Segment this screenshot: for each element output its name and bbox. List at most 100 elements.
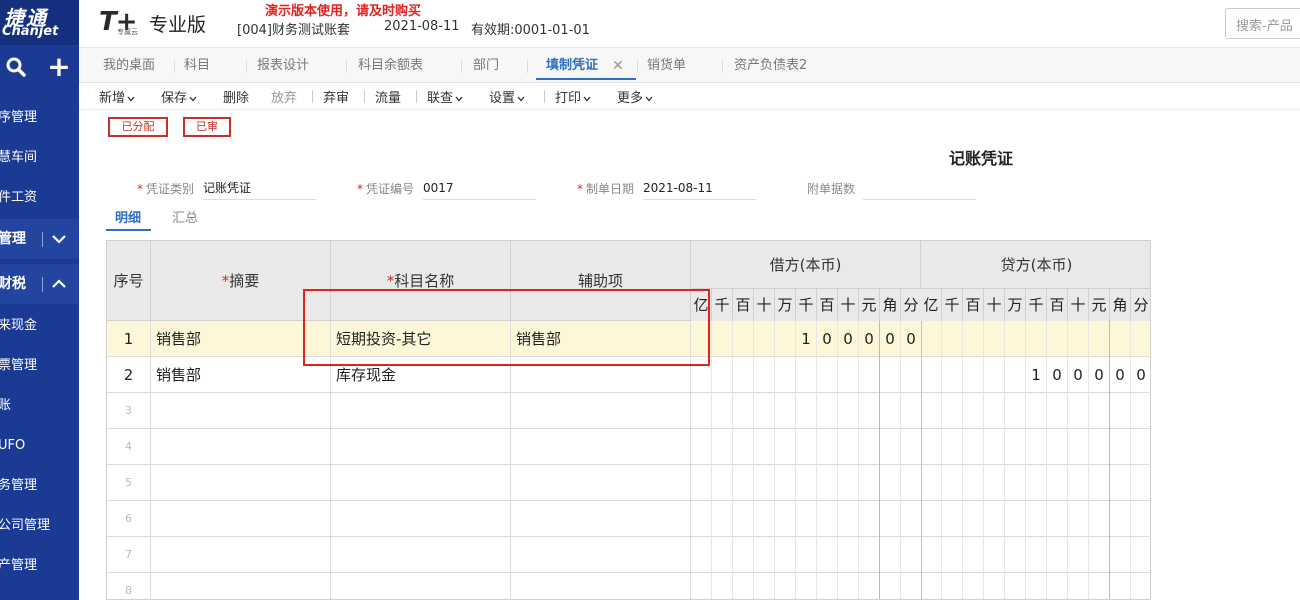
credit-digit-cell[interactable] (1068, 573, 1089, 599)
table-row[interactable]: 5 (107, 465, 1150, 501)
cell-summary[interactable] (151, 573, 331, 599)
debit-digit-cell[interactable] (754, 357, 775, 393)
voucher-number-field[interactable]: 0017 (423, 178, 536, 200)
credit-digit-cell[interactable] (1068, 465, 1089, 501)
credit-digit-cell[interactable]: 0 (1068, 357, 1089, 393)
cell-account[interactable] (331, 501, 511, 537)
table-row[interactable]: 3 (107, 393, 1150, 429)
cell-summary[interactable] (151, 429, 331, 465)
credit-digit-cell[interactable] (921, 465, 942, 501)
debit-digit-cell[interactable] (754, 501, 775, 537)
debit-digit-cell[interactable] (838, 501, 859, 537)
credit-digit-cell[interactable] (1110, 465, 1131, 501)
cell-aux[interactable]: 销售部 (511, 321, 691, 357)
voucher-type-field[interactable]: 记账凭证 (203, 178, 316, 200)
debit-digit-cell[interactable] (712, 393, 733, 429)
cell-summary[interactable] (151, 501, 331, 537)
cell-aux[interactable] (511, 465, 691, 501)
cell-aux[interactable] (511, 393, 691, 429)
debit-digit-cell[interactable] (880, 573, 901, 599)
cell-seq[interactable]: 3 (107, 393, 151, 429)
cell-aux[interactable] (511, 501, 691, 537)
tab-balance[interactable]: 科目余额表 (358, 48, 423, 83)
credit-digit-cell[interactable] (942, 537, 963, 573)
abandon-review-button[interactable]: 弃审 (323, 87, 349, 106)
debit-digit-cell[interactable] (796, 465, 817, 501)
credit-digit-cell[interactable] (963, 393, 984, 429)
debit-digit-cell[interactable] (880, 393, 901, 429)
credit-digit-cell[interactable] (1110, 393, 1131, 429)
credit-digit-cell[interactable] (1005, 429, 1026, 465)
debit-digit-cell[interactable] (838, 465, 859, 501)
credit-digit-cell[interactable] (1047, 321, 1068, 357)
credit-digit-cell[interactable] (984, 465, 1005, 501)
tab-department[interactable]: 部门 (473, 48, 499, 83)
cell-summary[interactable] (151, 537, 331, 573)
debit-digit-cell[interactable] (712, 321, 733, 357)
debit-digit-cell[interactable] (838, 429, 859, 465)
save-button[interactable]: 保存 (161, 87, 197, 106)
debit-digit-cell[interactable] (712, 501, 733, 537)
credit-digit-cell[interactable] (1047, 537, 1068, 573)
credit-digit-cell[interactable] (921, 501, 942, 537)
credit-digit-cell[interactable] (984, 537, 1005, 573)
debit-digit-cell[interactable] (901, 501, 922, 537)
debit-digit-cell[interactable] (754, 393, 775, 429)
credit-digit-cell[interactable] (1068, 429, 1089, 465)
debit-digit-cell[interactable] (796, 393, 817, 429)
debit-digit-cell[interactable] (901, 537, 922, 573)
credit-digit-cell[interactable] (1131, 321, 1150, 357)
table-row[interactable]: 4 (107, 429, 1150, 465)
credit-digit-cell[interactable] (942, 501, 963, 537)
credit-digit-cell[interactable] (1026, 573, 1047, 599)
sidebar-item[interactable]: 产管理 (0, 546, 79, 586)
debit-digit-cell[interactable] (880, 357, 901, 393)
table-row[interactable]: 7 (107, 537, 1150, 573)
debit-digit-cell[interactable]: 1 (796, 321, 817, 357)
credit-digit-cell[interactable] (1005, 393, 1026, 429)
credit-digit-cell[interactable] (963, 429, 984, 465)
cell-aux[interactable] (511, 429, 691, 465)
credit-digit-cell[interactable] (942, 573, 963, 599)
table-row[interactable]: 2 销售部 库存现金 1 0 0 0 0 0 (107, 357, 1150, 393)
credit-digit-cell[interactable] (1068, 537, 1089, 573)
credit-digit-cell[interactable] (1131, 501, 1150, 537)
debit-digit-cell[interactable] (775, 537, 796, 573)
credit-digit-cell[interactable] (921, 537, 942, 573)
debit-digit-cell[interactable] (691, 429, 712, 465)
debit-digit-cell[interactable] (754, 429, 775, 465)
credit-digit-cell[interactable] (963, 537, 984, 573)
debit-digit-cell[interactable] (796, 357, 817, 393)
debit-digit-cell[interactable] (691, 465, 712, 501)
sidebar-item[interactable]: 票管理 (0, 346, 79, 386)
debit-digit-cell[interactable] (712, 465, 733, 501)
settings-button[interactable]: 设置 (489, 87, 525, 106)
cell-seq[interactable]: 1 (107, 321, 151, 357)
credit-digit-cell[interactable]: 1 (1026, 357, 1047, 393)
credit-digit-cell[interactable] (1110, 573, 1131, 599)
tab-report-design[interactable]: 报表设计 (257, 48, 309, 83)
credit-digit-cell[interactable] (942, 429, 963, 465)
debit-digit-cell[interactable] (754, 573, 775, 599)
debit-digit-cell[interactable]: 0 (817, 321, 838, 357)
credit-digit-cell[interactable] (1026, 321, 1047, 357)
credit-digit-cell[interactable] (1047, 501, 1068, 537)
credit-digit-cell[interactable] (1047, 465, 1068, 501)
sidebar-item[interactable]: 件工资 (0, 178, 79, 218)
credit-digit-cell[interactable] (1110, 429, 1131, 465)
cell-seq[interactable]: 2 (107, 357, 151, 393)
lookup-button[interactable]: 联查 (427, 87, 463, 106)
debit-digit-cell[interactable] (733, 537, 754, 573)
credit-digit-cell[interactable] (942, 393, 963, 429)
table-row[interactable]: 6 (107, 501, 1150, 537)
debit-digit-cell[interactable] (859, 537, 880, 573)
debit-digit-cell[interactable] (733, 465, 754, 501)
cell-seq[interactable]: 4 (107, 429, 151, 465)
debit-digit-cell[interactable] (775, 573, 796, 599)
sidebar-item[interactable]: 管理 (0, 219, 79, 259)
attachment-count-field[interactable] (863, 178, 976, 200)
sidebar-item[interactable]: 来现金 (0, 306, 79, 346)
credit-digit-cell[interactable] (1026, 501, 1047, 537)
credit-digit-cell[interactable] (1005, 573, 1026, 599)
debit-digit-cell[interactable]: 0 (880, 321, 901, 357)
